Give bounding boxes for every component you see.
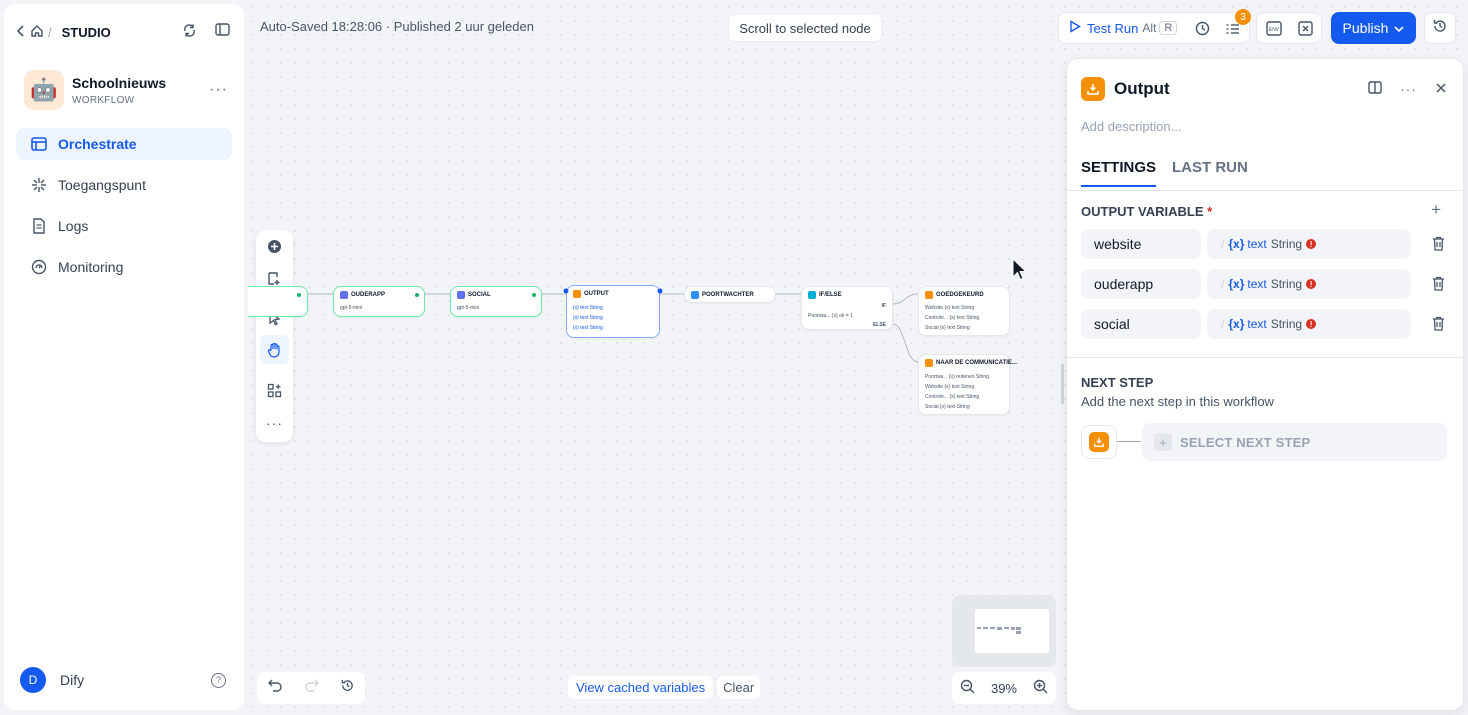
section-label: OUTPUT VARIABLE bbox=[1081, 204, 1204, 219]
tab-last-run[interactable]: LAST RUN bbox=[1172, 159, 1248, 187]
more-icon[interactable]: ··· bbox=[1400, 81, 1417, 97]
output-node-icon bbox=[1089, 432, 1109, 452]
section-divider bbox=[1067, 357, 1463, 358]
tab-settings[interactable]: SETTINGS bbox=[1081, 159, 1157, 187]
next-step-description: Add the next step in this workflow bbox=[1081, 394, 1274, 409]
error-icon: ! bbox=[1306, 279, 1317, 289]
variable-selector[interactable]: / {x} text String ! bbox=[1207, 269, 1411, 299]
zoom-out-icon[interactable] bbox=[960, 679, 975, 697]
redo-icon[interactable] bbox=[304, 679, 319, 697]
description-input[interactable]: Add description... bbox=[1081, 119, 1181, 134]
current-node-chip bbox=[1081, 425, 1117, 459]
panel-header: Output ··· bbox=[1081, 77, 1447, 101]
error-icon: ! bbox=[1306, 239, 1317, 249]
variable-value-name: text bbox=[1247, 317, 1267, 331]
panel-resize-handle[interactable] bbox=[1061, 364, 1064, 404]
output-variable-row: ouderapp / {x} text String ! bbox=[1081, 269, 1444, 299]
minimap-viewport[interactable] bbox=[975, 609, 1049, 653]
plus-icon: + bbox=[1154, 433, 1172, 451]
error-icon: ! bbox=[1306, 319, 1317, 329]
variable-selector[interactable]: / {x} text String ! bbox=[1207, 309, 1411, 339]
zoom-controls: 39% bbox=[952, 672, 1056, 704]
variable-value-name: text bbox=[1247, 237, 1267, 251]
variable-value-name: text bbox=[1247, 277, 1267, 291]
add-variable-icon[interactable]: + bbox=[1431, 200, 1441, 220]
output-node-icon bbox=[1081, 77, 1105, 101]
variable-name-input[interactable]: website bbox=[1081, 229, 1201, 259]
variable-selector[interactable]: / {x} text String ! bbox=[1207, 229, 1411, 259]
close-icon[interactable] bbox=[1435, 81, 1447, 97]
variable-icon: {x} bbox=[1228, 317, 1245, 331]
clear-cache-button[interactable]: Clear bbox=[717, 676, 761, 699]
panel-title[interactable]: Output bbox=[1114, 79, 1170, 99]
delete-icon[interactable] bbox=[1432, 276, 1445, 296]
node-settings-panel: Output ··· Add description... SETTINGS L… bbox=[1066, 58, 1464, 711]
mouse-cursor-icon bbox=[1012, 258, 1028, 281]
delete-icon[interactable] bbox=[1432, 236, 1445, 256]
history-icon[interactable] bbox=[340, 678, 355, 698]
select-next-step-button[interactable]: + SELECT NEXT STEP bbox=[1142, 423, 1447, 461]
output-variable-title: OUTPUT VARIABLE * bbox=[1081, 204, 1212, 219]
minimap[interactable] bbox=[952, 595, 1056, 667]
select-next-label: SELECT NEXT STEP bbox=[1180, 434, 1311, 450]
undo-icon[interactable] bbox=[267, 679, 283, 697]
output-variable-row: website / {x} text String ! bbox=[1081, 229, 1444, 259]
connector-line bbox=[1117, 441, 1141, 442]
next-step-title: NEXT STEP bbox=[1081, 375, 1154, 390]
split-view-icon[interactable] bbox=[1368, 81, 1382, 97]
variable-icon: {x} bbox=[1228, 277, 1245, 291]
cached-variables-bar: View cached variables Clear bbox=[568, 676, 761, 699]
tab-divider bbox=[1067, 190, 1463, 191]
variable-name-input[interactable]: ouderapp bbox=[1081, 269, 1201, 299]
variable-type: String bbox=[1270, 277, 1303, 291]
panel-tabs: SETTINGS LAST RUN bbox=[1081, 159, 1248, 187]
variable-name-input[interactable]: social bbox=[1081, 309, 1201, 339]
undo-redo-group bbox=[257, 672, 365, 704]
zoom-level[interactable]: 39% bbox=[991, 681, 1017, 696]
variable-type: String bbox=[1270, 317, 1303, 331]
delete-icon[interactable] bbox=[1432, 316, 1445, 336]
view-cached-variables-button[interactable]: View cached variables bbox=[568, 676, 714, 699]
output-variable-row: social / {x} text String ! bbox=[1081, 309, 1444, 339]
variable-type: String bbox=[1270, 237, 1303, 251]
zoom-in-icon[interactable] bbox=[1033, 679, 1048, 697]
required-mark: * bbox=[1207, 204, 1213, 219]
variable-icon: {x} bbox=[1228, 237, 1245, 251]
